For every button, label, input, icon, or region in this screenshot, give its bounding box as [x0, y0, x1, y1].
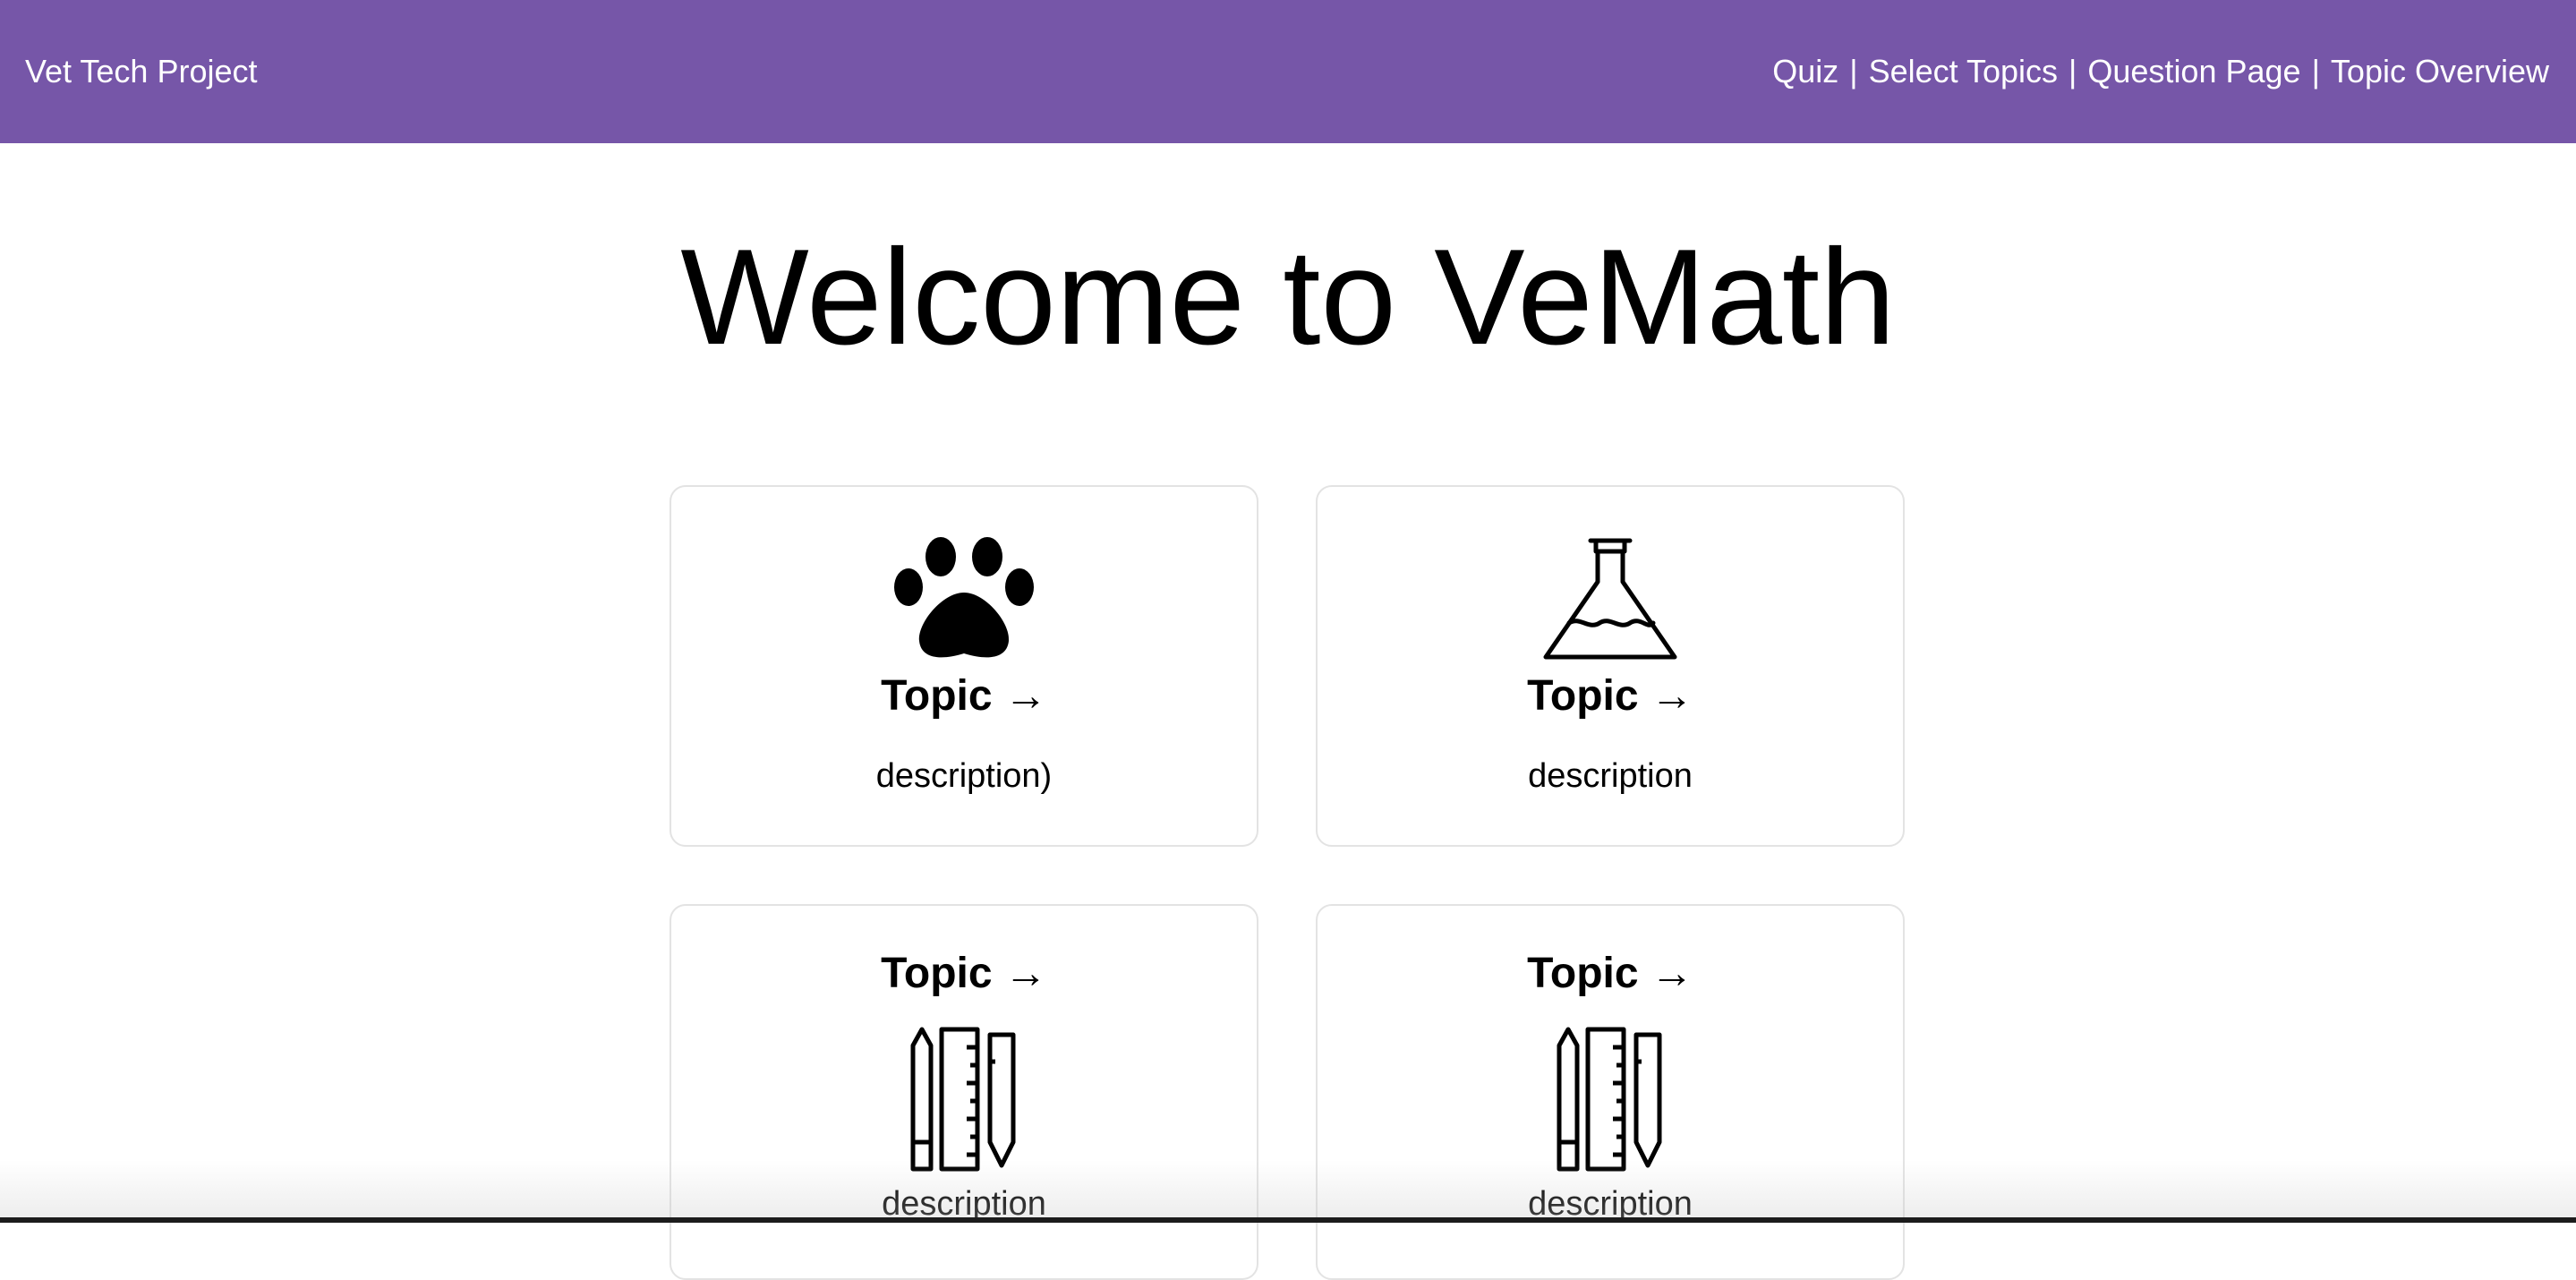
window-bottom-edge — [0, 1217, 2576, 1223]
nav-link-select-topics[interactable]: Select Topics — [1869, 52, 2058, 91]
topic-link[interactable]: Topic → — [1318, 671, 1903, 721]
nav-separator: | — [2311, 53, 2320, 90]
paw-icon — [894, 537, 1034, 658]
topic-description: description — [1528, 757, 1693, 795]
nav-separator: | — [1849, 53, 1858, 90]
nav-link-question-page[interactable]: Question Page — [2087, 52, 2300, 91]
nav-separator: | — [2068, 53, 2077, 90]
drafting-tools-icon — [1557, 1027, 1662, 1172]
flask-icon — [1543, 538, 1677, 660]
topic-card[interactable]: Topic → description) — [670, 485, 1258, 847]
page-title: Welcome to VeMath — [680, 221, 1896, 373]
topic-card[interactable]: Topic → description — [1316, 904, 1905, 1280]
nav-links: Quiz | Select Topics | Question Page | T… — [1772, 52, 2549, 91]
navbar: Vet Tech Project Quiz | Select Topics | … — [0, 0, 2576, 143]
topic-card[interactable]: Topic → description — [1316, 485, 1905, 847]
topic-link[interactable]: Topic → — [1318, 949, 1903, 999]
topic-link[interactable]: Topic → — [671, 671, 1257, 721]
nav-link-quiz[interactable]: Quiz — [1772, 52, 1838, 91]
topic-card[interactable]: Topic → description — [670, 904, 1258, 1280]
nav-link-topic-overview[interactable]: Topic Overview — [2331, 52, 2549, 91]
topic-description: description) — [875, 757, 1053, 795]
drafting-tools-icon — [910, 1027, 1016, 1172]
scroll-shadow — [0, 1160, 2576, 1223]
brand-title[interactable]: Vet Tech Project — [25, 52, 258, 91]
topic-link[interactable]: Topic → — [671, 949, 1257, 999]
